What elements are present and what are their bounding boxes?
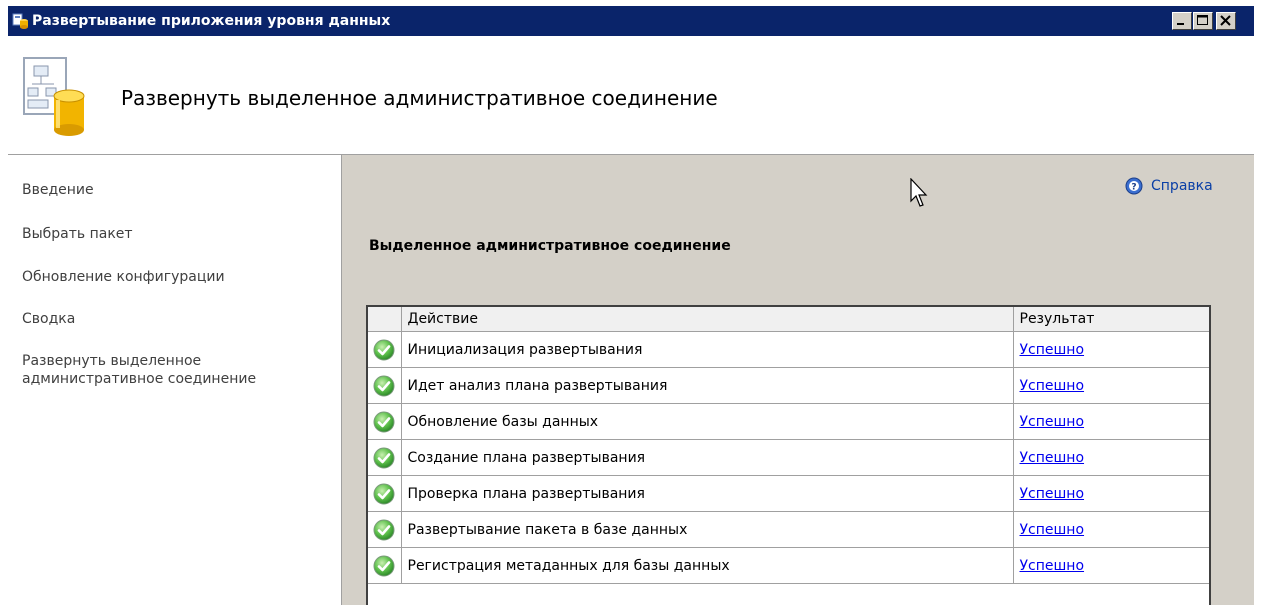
mouse-pointer-icon xyxy=(910,178,928,207)
action-cell: Развертывание пакета в базе данных xyxy=(401,511,1014,548)
sidebar-item-select-package[interactable]: Выбрать пакет xyxy=(22,225,133,243)
action-cell: Регистрация метаданных для базы данных xyxy=(401,547,1014,584)
table-row[interactable]: Инициализация развертывания Успешно xyxy=(368,331,1209,368)
help-link[interactable]: ? Справка xyxy=(1125,177,1213,195)
result-cell: Успешно xyxy=(1013,367,1209,404)
actions-table: Действие Результат Инициализация разверт… xyxy=(368,307,1209,584)
status-column-header[interactable] xyxy=(368,307,402,332)
action-column-header[interactable]: Действие xyxy=(401,307,1014,332)
sidebar-item-deploy-dac-line2: административное соединение xyxy=(22,371,257,387)
result-cell: Успешно xyxy=(1013,439,1209,476)
status-cell xyxy=(368,367,402,404)
help-label[interactable]: Справка xyxy=(1151,178,1213,194)
minimize-icon xyxy=(1177,23,1184,25)
wizard-steps-sidebar: Введение Выбрать пакет Обновление конфиг… xyxy=(8,155,342,605)
database-deploy-icon xyxy=(23,57,85,136)
result-link[interactable]: Успешно xyxy=(1020,378,1085,394)
success-check-icon xyxy=(373,411,395,432)
table-row[interactable]: Развертывание пакета в базе данных Успешн… xyxy=(368,511,1209,548)
wizard-header: Развернуть выделенное административное с… xyxy=(8,36,1254,155)
title-bar[interactable]: Развертывание приложения уровня данных xyxy=(8,6,1254,36)
table-row[interactable]: Создание плана развертывания Успешно xyxy=(368,439,1209,476)
result-link[interactable]: Успешно xyxy=(1020,450,1085,466)
sidebar-item-deploy-dac-line1: Развернуть выделенное xyxy=(22,353,202,369)
status-cell xyxy=(368,331,402,368)
maximize-icon xyxy=(1197,15,1208,25)
result-link[interactable]: Успешно xyxy=(1020,414,1085,430)
minimize-button[interactable] xyxy=(1172,12,1192,30)
result-link[interactable]: Успешно xyxy=(1020,486,1085,502)
window-title: Развертывание приложения уровня данных xyxy=(32,13,391,29)
deploy-window: Развертывание приложения уровня данных Р… xyxy=(8,6,1254,605)
success-check-icon xyxy=(373,483,395,504)
maximize-button[interactable] xyxy=(1193,12,1213,30)
app-icon xyxy=(12,13,28,29)
wizard-content: ? Справка Выделенное административное со… xyxy=(342,155,1254,605)
success-check-icon xyxy=(373,375,395,396)
table-row[interactable]: Регистрация метаданных для базы данных Ус… xyxy=(368,547,1209,584)
action-cell: Создание плана развертывания xyxy=(401,439,1014,476)
success-check-icon xyxy=(373,519,395,540)
sidebar-item-update-configuration[interactable]: Обновление конфигурации xyxy=(22,268,225,286)
section-title: Выделенное административное соединение xyxy=(369,238,731,254)
status-cell xyxy=(368,547,402,584)
result-cell: Успешно xyxy=(1013,331,1209,368)
help-icon: ? xyxy=(1125,177,1143,195)
action-cell: Идет анализ плана развертывания xyxy=(401,367,1014,404)
result-cell: Успешно xyxy=(1013,511,1209,548)
result-link[interactable]: Успешно xyxy=(1020,522,1085,538)
success-check-icon xyxy=(373,447,395,468)
action-cell: Обновление базы данных xyxy=(401,403,1014,440)
status-cell xyxy=(368,439,402,476)
result-column-header[interactable]: Результат xyxy=(1013,307,1209,332)
success-check-icon xyxy=(373,555,395,576)
actions-table-body: Инициализация развертывания Успешно Идет а… xyxy=(368,331,1209,584)
sidebar-item-summary[interactable]: Сводка xyxy=(22,310,75,328)
result-link[interactable]: Успешно xyxy=(1020,342,1085,358)
sidebar-item-introduction[interactable]: Введение xyxy=(22,181,94,199)
svg-text:?: ? xyxy=(1131,183,1136,193)
table-header-row: Действие Результат xyxy=(368,307,1209,332)
result-link[interactable]: Успешно xyxy=(1020,558,1085,574)
table-row[interactable]: Обновление базы данных Успешно xyxy=(368,403,1209,440)
table-row[interactable]: Идет анализ плана развертывания Успешно xyxy=(368,367,1209,404)
close-button[interactable] xyxy=(1216,12,1236,30)
status-cell xyxy=(368,511,402,548)
result-cell: Успешно xyxy=(1013,475,1209,512)
sidebar-item-deploy-dac[interactable]: Развернуть выделенное административное с… xyxy=(22,352,256,388)
result-cell: Успешно xyxy=(1013,403,1209,440)
actions-grid: Действие Результат Инициализация разверт… xyxy=(366,305,1211,605)
table-row[interactable]: Проверка плана развертывания Успешно xyxy=(368,475,1209,512)
success-check-icon xyxy=(373,339,395,360)
action-cell: Проверка плана развертывания xyxy=(401,475,1014,512)
close-icon xyxy=(1220,15,1231,26)
action-cell: Инициализация развертывания xyxy=(401,331,1014,368)
page-title: Развернуть выделенное административное с… xyxy=(121,86,718,110)
status-cell xyxy=(368,403,402,440)
result-cell: Успешно xyxy=(1013,547,1209,584)
status-cell xyxy=(368,475,402,512)
